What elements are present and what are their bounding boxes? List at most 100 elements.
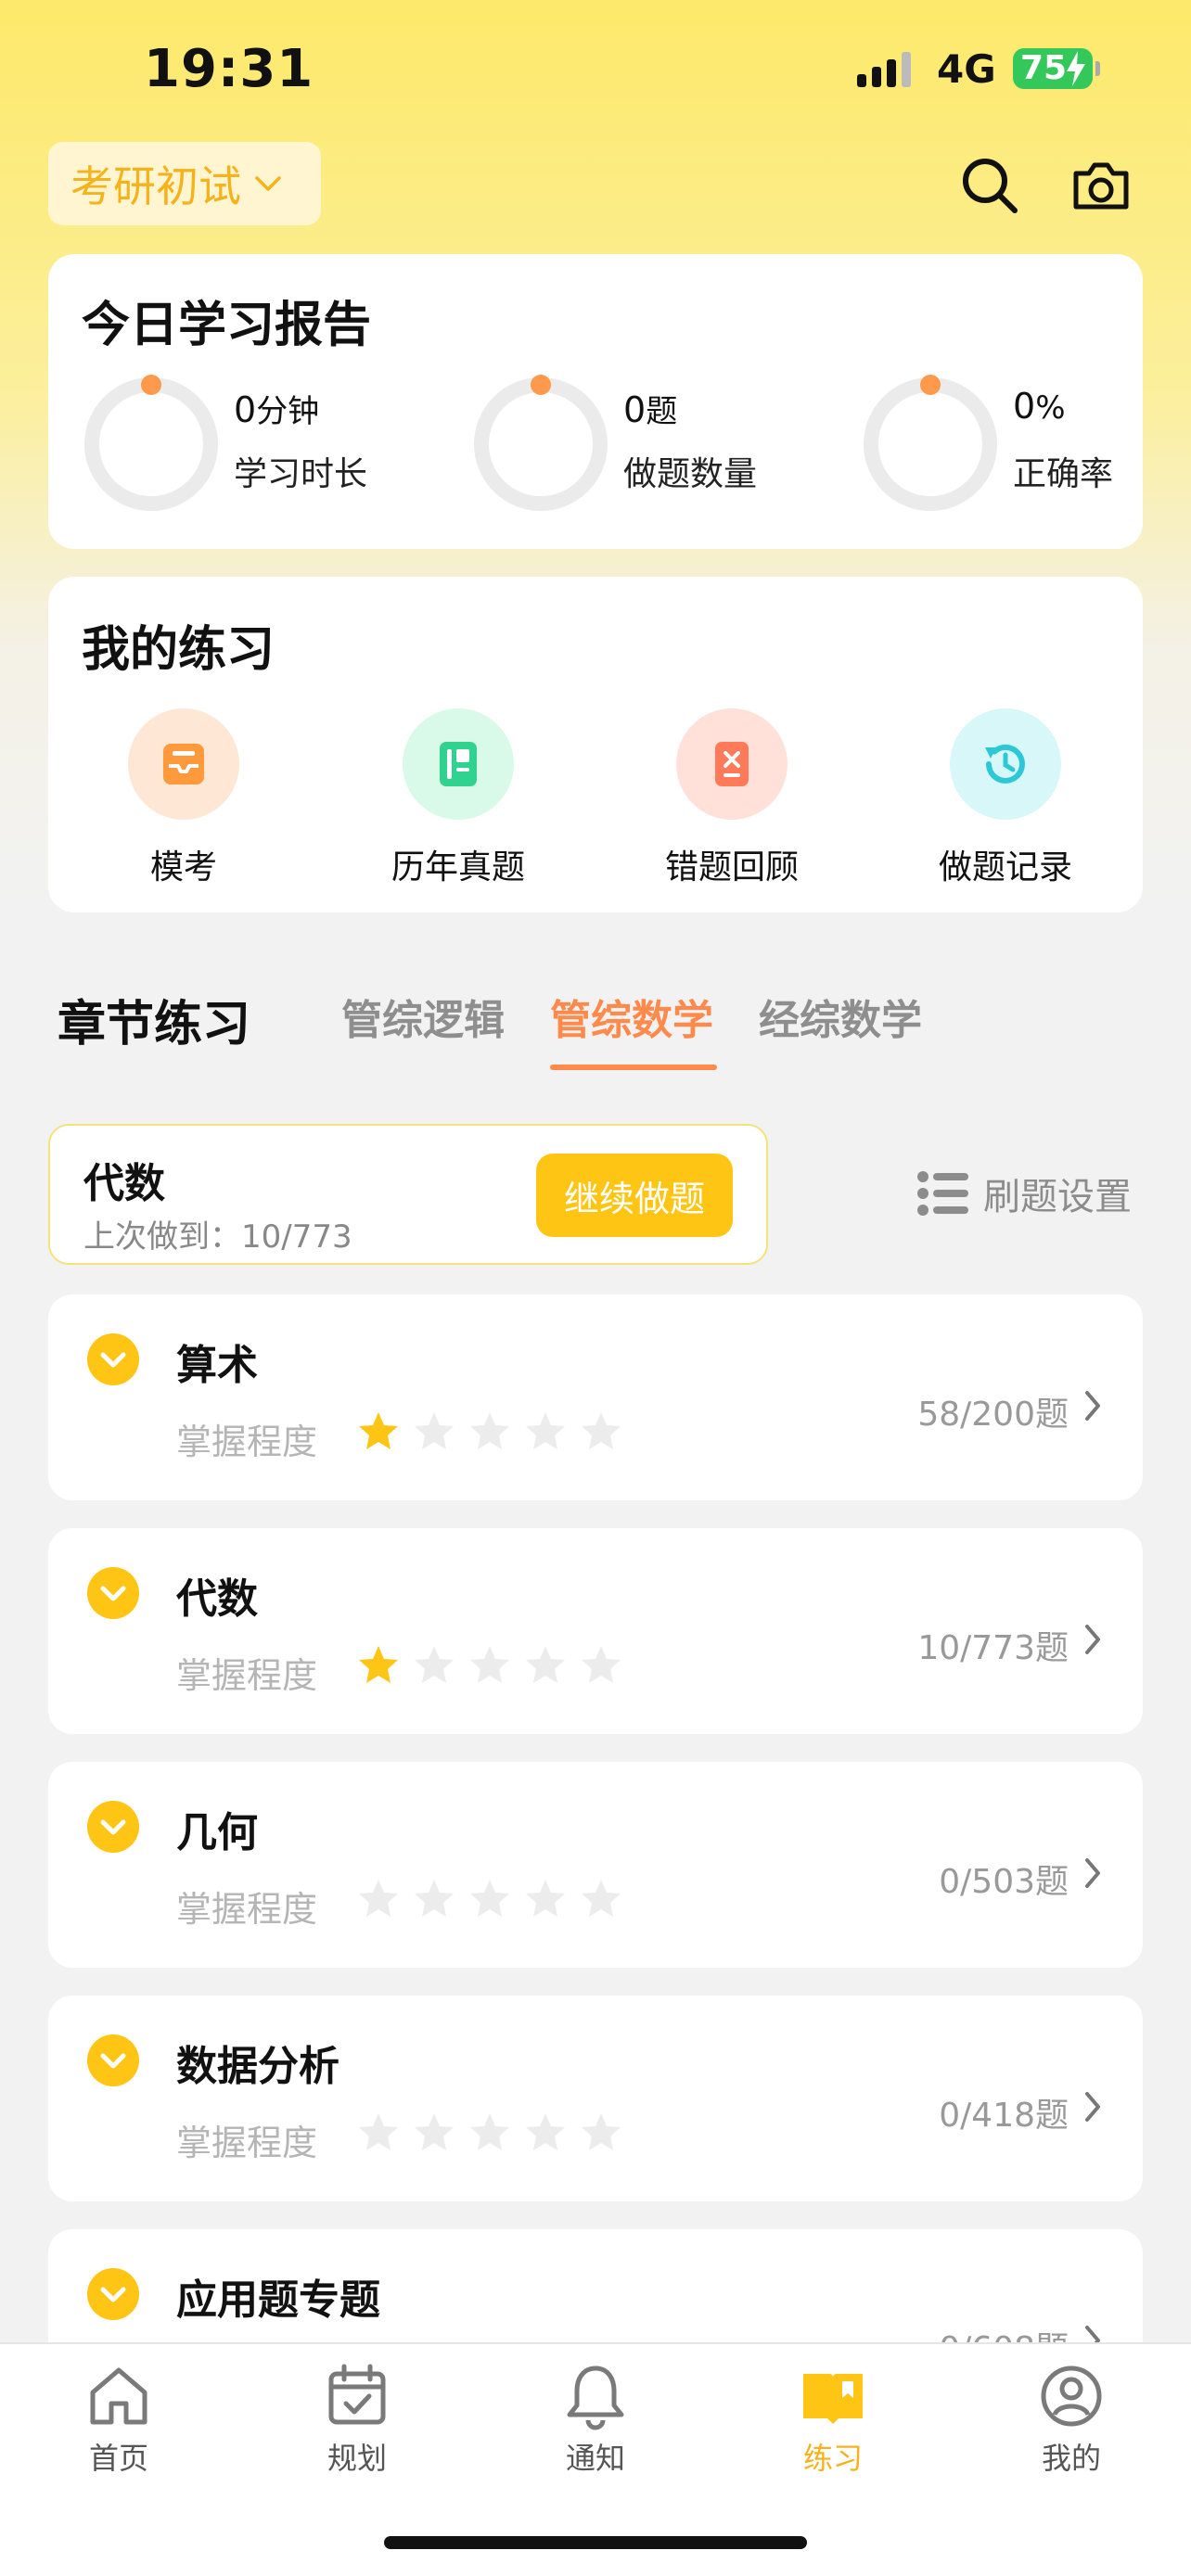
star-empty-icon: [582, 1412, 621, 1449]
expand-chevron-icon[interactable]: [85, 2266, 141, 2322]
chevron-right-icon: [1085, 1625, 1100, 1654]
practice-title: 我的练习: [82, 622, 275, 678]
camera-icon[interactable]: [1069, 153, 1133, 218]
report-value: 0分钟: [234, 389, 320, 430]
tab-economics-math[interactable]: 经综数学: [759, 987, 922, 1046]
book-icon: [440, 742, 477, 786]
mastery-stars: [356, 1643, 623, 1688]
practice-past-papers[interactable]: 历年真题: [365, 708, 551, 888]
exam-type-selector[interactable]: 考研初试: [48, 142, 321, 225]
status-bar: 19:31 4G 75: [0, 0, 1191, 139]
battery-indicator: 75: [1013, 48, 1100, 89]
chapter-name: 算术: [176, 1342, 258, 1389]
signal-icon: [857, 52, 911, 87]
chapter-name: 应用题专题: [176, 2276, 380, 2324]
chapter-card[interactable]: 算术掌握程度 58/200题: [48, 1294, 1143, 1500]
chevron-right-icon: [1085, 1858, 1100, 1888]
chapter-name: 代数: [176, 1575, 258, 1623]
profile-icon: [1041, 2366, 1102, 2427]
chapter-count: 58/200题: [917, 1396, 1069, 1434]
nav-practice[interactable]: 练习: [759, 2361, 907, 2478]
progress-ring: [864, 375, 997, 511]
chapter-card[interactable]: 数据分析 掌握程度 0/418题: [48, 1996, 1143, 2201]
chapter-card[interactable]: 代数 掌握程度 10/773题: [48, 1528, 1143, 1734]
star-empty-icon: [526, 1646, 565, 1683]
mastery-label: 掌握程度: [176, 1422, 318, 1462]
bell-icon: [567, 2366, 624, 2430]
mastery-stars: [356, 2111, 623, 2155]
report-label: 学习时长: [234, 455, 368, 493]
mastery-label: 掌握程度: [176, 2123, 318, 2163]
continue-progress: 上次做到：10/773: [83, 1218, 352, 1256]
expand-chevron-icon[interactable]: [85, 2033, 141, 2088]
search-icon[interactable]: [957, 153, 1022, 218]
continue-button[interactable]: 继续做题: [536, 1154, 733, 1237]
star-empty-icon: [415, 1880, 454, 1917]
chapter-count: 10/773题: [917, 1629, 1069, 1667]
report-title: 今日学习报告: [82, 298, 372, 353]
expand-chevron-icon[interactable]: [85, 1565, 141, 1621]
expand-chevron-icon[interactable]: [85, 1799, 141, 1855]
progress-ring: [474, 375, 608, 511]
my-practice-card: 我的练习 模考 历年真题 错题回顾 做题记录: [48, 577, 1143, 912]
report-accuracy: 0% 正确率: [861, 375, 1191, 523]
chapter-card[interactable]: 几何掌握程度 0/503题: [48, 1762, 1143, 1968]
practice-page: 19:31 4G 75 考研初试 今日学习报告 0分钟 学习时长 0题 做题数量…: [0, 0, 1191, 2576]
report-question-count: 0题 做题数量: [471, 375, 824, 523]
star-filled-icon: [359, 1646, 398, 1683]
tab-logic[interactable]: 管综逻辑: [341, 987, 505, 1046]
practice-history[interactable]: 做题记录: [913, 708, 1098, 888]
chapter-section-title: 章节练习: [58, 997, 251, 1052]
practice-settings-button[interactable]: 刷题设置: [916, 1167, 1132, 1220]
star-empty-icon: [470, 1880, 509, 1917]
daily-report-card[interactable]: 今日学习报告 0分钟 学习时长 0题 做题数量 0% 正确率: [48, 254, 1143, 549]
report-value: 0%: [1013, 386, 1066, 427]
continue-chapter-name: 代数: [83, 1160, 165, 1207]
home-indicator: [384, 2536, 807, 2549]
battery-level: 75: [1020, 49, 1068, 87]
report-label: 做题数量: [623, 455, 758, 493]
inbox-icon: [163, 744, 204, 784]
tab-math[interactable]: 管综数学: [550, 987, 713, 1046]
star-empty-icon: [582, 1646, 621, 1683]
star-filled-icon: [359, 1412, 398, 1449]
star-empty-icon: [582, 1880, 621, 1917]
star-empty-icon: [415, 1412, 454, 1449]
chapter-count: 0/503题: [939, 1863, 1069, 1901]
nav-notifications[interactable]: 通知: [521, 2361, 670, 2478]
nav-plan[interactable]: 规划: [283, 2361, 431, 2478]
star-empty-icon: [526, 1412, 565, 1449]
report-study-time: 0分钟 学习时长: [82, 375, 434, 523]
report-value: 0题: [623, 389, 678, 430]
practice-mock-exam[interactable]: 模考: [91, 708, 276, 888]
expand-chevron-icon[interactable]: [85, 1332, 141, 1387]
practice-error-review[interactable]: 错题回顾: [639, 708, 825, 888]
mastery-label: 掌握程度: [176, 1889, 318, 1930]
mastery-stars: [356, 1877, 623, 1921]
report-label: 正确率: [1013, 455, 1114, 493]
charging-icon: [1067, 51, 1085, 86]
chevron-down-icon: [255, 176, 281, 191]
star-empty-icon: [470, 1646, 509, 1683]
star-empty-icon: [526, 2113, 565, 2150]
history-icon: [985, 744, 1025, 784]
star-empty-icon: [470, 2113, 509, 2150]
chevron-right-icon: [1085, 2092, 1100, 2122]
star-empty-icon: [359, 1880, 398, 1917]
progress-ring: [84, 375, 218, 511]
error-note-icon: [715, 742, 749, 786]
exam-type-label: 考研初试: [70, 161, 241, 211]
star-empty-icon: [582, 2113, 621, 2150]
chapter-count: 0/418题: [939, 2097, 1069, 2135]
practice-book-icon: [803, 2374, 863, 2424]
star-empty-icon: [415, 2113, 454, 2150]
network-label: 4G: [937, 46, 996, 92]
active-tab-indicator: [550, 1065, 717, 1070]
chevron-right-icon: [1085, 1391, 1100, 1421]
nav-profile[interactable]: 我的: [997, 2361, 1146, 2478]
nav-home[interactable]: 首页: [45, 2361, 193, 2478]
star-empty-icon: [526, 1880, 565, 1917]
calendar-icon: [328, 2364, 386, 2425]
star-empty-icon: [415, 1646, 454, 1683]
chapter-name: 几何: [176, 1809, 258, 1856]
